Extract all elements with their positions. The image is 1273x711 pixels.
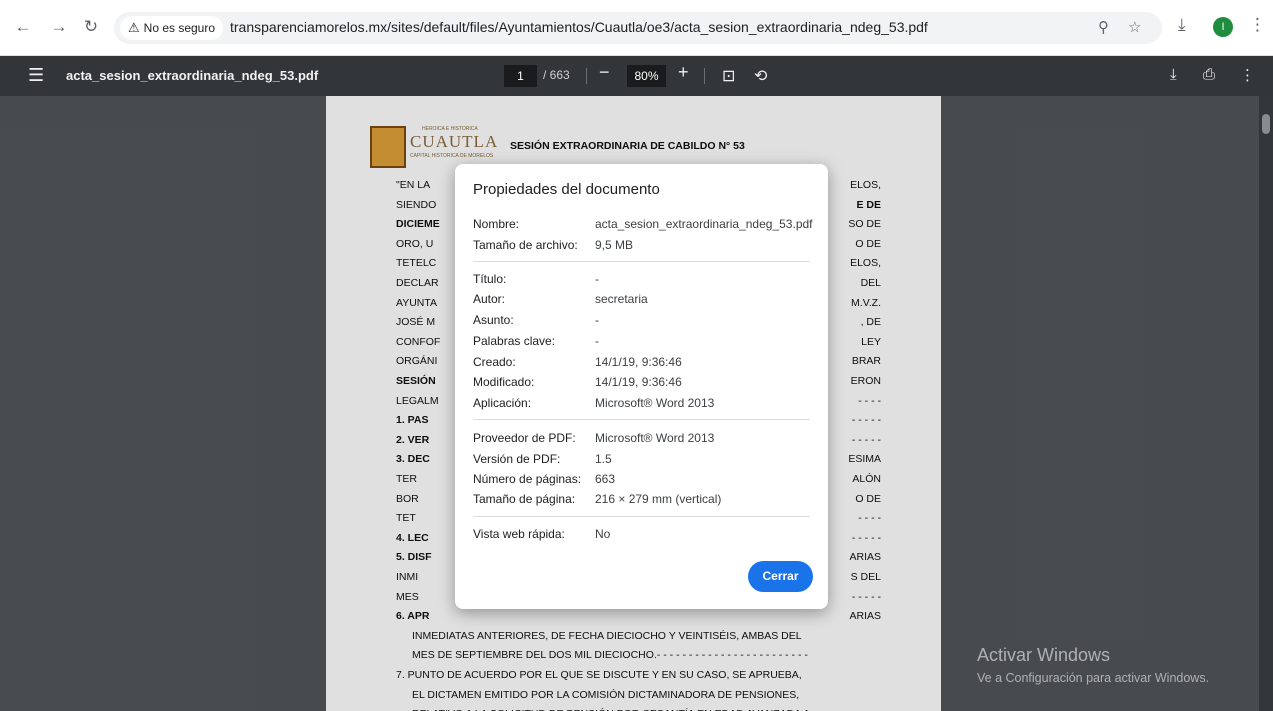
zoom-magnifier-icon[interactable]: ⚲ [1098,18,1109,36]
section-divider [473,419,810,420]
property-value: 1.5 [595,452,612,466]
forward-arrow-icon[interactable]: → [48,15,70,39]
close-button[interactable]: Cerrar [748,561,813,592]
security-chip[interactable]: ⚠ No es seguro [120,16,224,40]
property-value: - [595,334,599,348]
property-label: Proveedor de PDF: [473,431,576,445]
property-label: Título: [473,272,507,286]
property-label: Nombre: [473,217,520,231]
document-title: acta_sesion_extraordinaria_ndeg_53.pdf [66,68,319,83]
browser-menu-icon[interactable]: ⋮ [1249,15,1266,35]
page-number-input[interactable]: 1 [504,65,537,87]
dialog-title: Propiedades del documento [473,181,660,198]
property-label: Aplicación: [473,396,532,410]
property-value: Microsoft® Word 2013 [595,431,715,445]
property-value: No [595,527,611,541]
property-label: Versión de PDF: [473,452,561,466]
property-label: Vista web rápida: [473,527,565,541]
section-divider [473,516,810,517]
print-icon[interactable]: ⎙ [1203,66,1215,83]
pdf-viewer-toolbar: ☰ acta_sesion_extraordinaria_ndeg_53.pdf… [0,56,1273,96]
back-arrow-icon[interactable]: ← [12,15,34,39]
property-label: Palabras clave: [473,334,556,348]
property-value: - [595,313,599,327]
property-value: 663 [595,472,616,486]
toolbar-divider [704,68,705,84]
address-bar[interactable]: ⚠ No es seguro transparenciamorelos.mx/s… [114,12,1162,44]
zoom-input[interactable]: 80% [627,65,666,87]
property-label: Modificado: [473,375,535,389]
property-label: Número de páginas: [473,472,582,486]
property-label: Asunto: [473,313,514,327]
property-label: Autor: [473,292,506,306]
zoom-out-icon[interactable]: − [599,62,610,83]
reload-icon[interactable]: ↻ [80,15,102,39]
property-value: acta_sesion_extraordinaria_ndeg_53.pdf [595,217,813,231]
viewer-more-icon[interactable]: ⋮ [1240,66,1255,84]
property-value: 14/1/19, 9:36:46 [595,375,682,389]
zoom-in-icon[interactable]: + [678,62,689,83]
property-label: Tamaño de página: [473,492,576,506]
profile-avatar[interactable]: I [1213,17,1233,37]
property-value: 9,5 MB [595,238,634,252]
toolbar-divider [586,68,587,84]
property-value: 216 × 279 mm (vertical) [595,492,722,506]
sidebar-menu-icon[interactable]: ☰ [28,65,44,86]
property-value: Microsoft® Word 2013 [595,396,715,410]
document-properties-dialog: Propiedades del documento Nombre: acta_se… [455,164,828,609]
url-text[interactable]: transparenciamorelos.mx/sites/default/fi… [230,19,928,35]
browser-toolbar: ← → ↻ ⚠ No es seguro transparenciamorelo… [0,0,1273,56]
rotate-icon[interactable]: ⟲ [754,66,767,86]
property-label: Creado: [473,355,516,369]
warning-icon: ⚠ [128,20,140,35]
security-label: No es seguro [143,21,216,35]
section-divider [473,261,810,262]
fit-page-icon[interactable]: ⊡ [722,66,735,86]
property-label: Tamaño de archivo: [473,238,578,252]
property-value: secretaria [595,292,648,306]
download-icon[interactable]: ⤓ [1178,15,1186,35]
property-value: - [595,272,599,286]
property-value: 14/1/19, 9:36:46 [595,355,682,369]
pdf-download-icon[interactable]: ⤓ [1170,66,1177,83]
page-total: / 663 [543,68,570,82]
bookmark-star-icon[interactable]: ☆ [1128,18,1141,36]
